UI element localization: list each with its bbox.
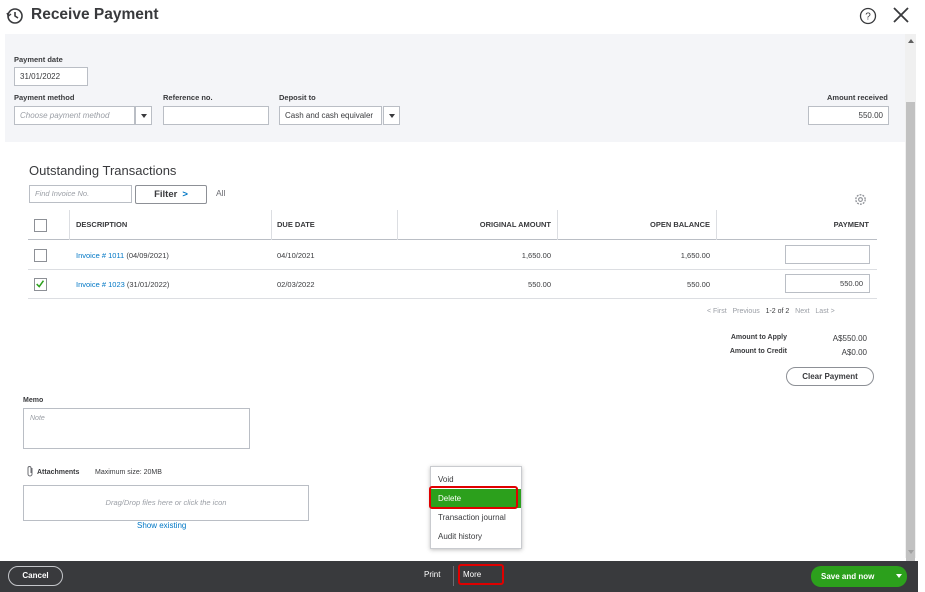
pager-range: 1-2 of 2 xyxy=(765,308,790,315)
scrollbar-thumb[interactable] xyxy=(906,102,915,580)
due-date-cell: 02/03/2022 xyxy=(277,280,315,289)
invoice-description: Invoice # 1011 (04/09/2021) xyxy=(76,251,169,260)
memo-label: Memo xyxy=(23,397,44,404)
column-header-description: DESCRIPTION xyxy=(76,220,128,229)
invoice-date: (04/09/2021) xyxy=(126,251,169,260)
payment-details-panel xyxy=(5,34,906,142)
table-row: Invoice # 1023 (31/01/2022) 02/03/2022 5… xyxy=(28,270,877,299)
clock-history-icon xyxy=(6,8,23,24)
menu-item-audit-history[interactable]: Audit history xyxy=(431,527,521,546)
clear-payment-button[interactable]: Clear Payment xyxy=(786,367,874,386)
outstanding-transactions-title: Outstanding Transactions xyxy=(29,163,177,178)
open-balance-cell: 550.00 xyxy=(687,280,710,289)
payment-date-input[interactable]: 31/01/2022 xyxy=(14,67,88,86)
column-divider xyxy=(271,210,272,240)
filter-button[interactable]: Filter > xyxy=(135,185,207,204)
payment-date-label: Payment date xyxy=(14,55,63,64)
amount-to-apply-value: A$550.00 xyxy=(832,334,867,343)
table-row: Invoice # 1011 (04/09/2021) 04/10/2021 1… xyxy=(28,241,877,270)
print-button[interactable]: Print xyxy=(424,570,440,579)
scroll-down-arrow-icon[interactable] xyxy=(908,550,914,554)
payment-input[interactable] xyxy=(785,245,870,264)
show-existing-link[interactable]: Show existing xyxy=(137,521,186,530)
close-icon[interactable] xyxy=(891,5,911,25)
amount-to-credit-label: Amount to Credit xyxy=(729,348,787,355)
cancel-button[interactable]: Cancel xyxy=(8,566,63,586)
menu-item-transaction-journal[interactable]: Transaction journal xyxy=(431,508,521,527)
column-header-due-date: DUE DATE xyxy=(277,220,315,229)
select-all-checkbox[interactable] xyxy=(34,219,47,232)
payment-method-dropdown-button[interactable] xyxy=(135,106,152,125)
svg-text:?: ? xyxy=(865,12,871,23)
all-filter-label[interactable]: All xyxy=(216,188,225,198)
pager-previous[interactable]: Previous xyxy=(732,308,759,315)
save-and-new-button[interactable]: Save and now xyxy=(811,566,907,587)
pager-first[interactable]: < First xyxy=(707,308,727,315)
row-checkbox[interactable] xyxy=(34,249,47,262)
checkmark-icon xyxy=(36,280,45,288)
original-amount-cell: 550.00 xyxy=(528,280,551,289)
payment-input[interactable]: 550.00 xyxy=(785,274,870,293)
amount-received-label: Amount received xyxy=(827,93,888,102)
original-amount-cell: 1,650.00 xyxy=(521,251,551,260)
payment-method-label: Payment method xyxy=(14,93,75,102)
reference-input[interactable] xyxy=(163,106,269,125)
column-divider xyxy=(716,210,717,240)
filter-label: Filter xyxy=(154,189,178,200)
save-options-caret-icon[interactable] xyxy=(896,574,902,578)
amount-received-input[interactable]: 550.00 xyxy=(808,106,889,125)
due-date-cell: 04/10/2021 xyxy=(277,251,315,260)
invoice-date: (31/01/2022) xyxy=(126,280,170,289)
vertical-scrollbar[interactable] xyxy=(905,34,916,580)
footer-divider xyxy=(453,566,454,586)
find-invoice-input[interactable]: Find Invoice No. xyxy=(29,185,132,203)
deposit-to-dropdown-button[interactable] xyxy=(383,106,400,125)
amount-to-credit-value: A$0.00 xyxy=(841,348,867,357)
attachments-label: Attachments xyxy=(37,469,80,476)
paperclip-icon xyxy=(27,466,33,477)
deposit-to-label: Deposit to xyxy=(279,93,316,102)
invoice-description: Invoice # 1023 (31/01/2022) xyxy=(76,280,169,289)
chevron-right-icon: > xyxy=(182,189,188,200)
gear-icon[interactable] xyxy=(853,192,868,207)
attachments-dropzone[interactable]: Drag/Drop files here or click the icon xyxy=(23,485,309,521)
open-balance-cell: 1,650.00 xyxy=(680,251,710,260)
dialog-header: Receive Payment ? xyxy=(0,0,925,34)
delete-highlight-box xyxy=(429,486,518,509)
deposit-to-select[interactable]: Cash and cash equivaler xyxy=(279,106,382,125)
pager-next[interactable]: Next xyxy=(795,308,809,315)
memo-textarea[interactable]: Note xyxy=(23,408,250,449)
column-header-open-balance: OPEN BALANCE xyxy=(649,220,710,229)
invoice-link[interactable]: Invoice # 1011 xyxy=(76,251,124,260)
scroll-up-arrow-icon[interactable] xyxy=(908,39,914,43)
amount-to-apply-label: Amount to Apply xyxy=(730,334,787,341)
invoice-link[interactable]: Invoice # 1023 xyxy=(76,280,125,289)
column-divider xyxy=(69,210,70,240)
page-title: Receive Payment xyxy=(31,6,159,23)
pagination: < First Previous 1-2 of 2 Next Last > xyxy=(707,308,835,315)
table-header: DESCRIPTION DUE DATE ORIGINAL AMOUNT OPE… xyxy=(28,210,877,240)
more-highlight-box xyxy=(458,564,504,585)
payment-method-select[interactable]: Choose payment method xyxy=(14,106,135,125)
row-checkbox[interactable] xyxy=(34,278,47,291)
reference-label: Reference no. xyxy=(163,93,213,102)
pager-last[interactable]: Last > xyxy=(815,308,834,315)
help-icon[interactable]: ? xyxy=(859,7,877,25)
column-header-payment: PAYMENT xyxy=(833,220,869,229)
column-divider xyxy=(557,210,558,240)
column-header-original-amount: ORIGINAL AMOUNT xyxy=(479,220,551,229)
attachments-max-size: Maximum size: 20MB xyxy=(95,469,162,476)
column-divider xyxy=(397,210,398,240)
